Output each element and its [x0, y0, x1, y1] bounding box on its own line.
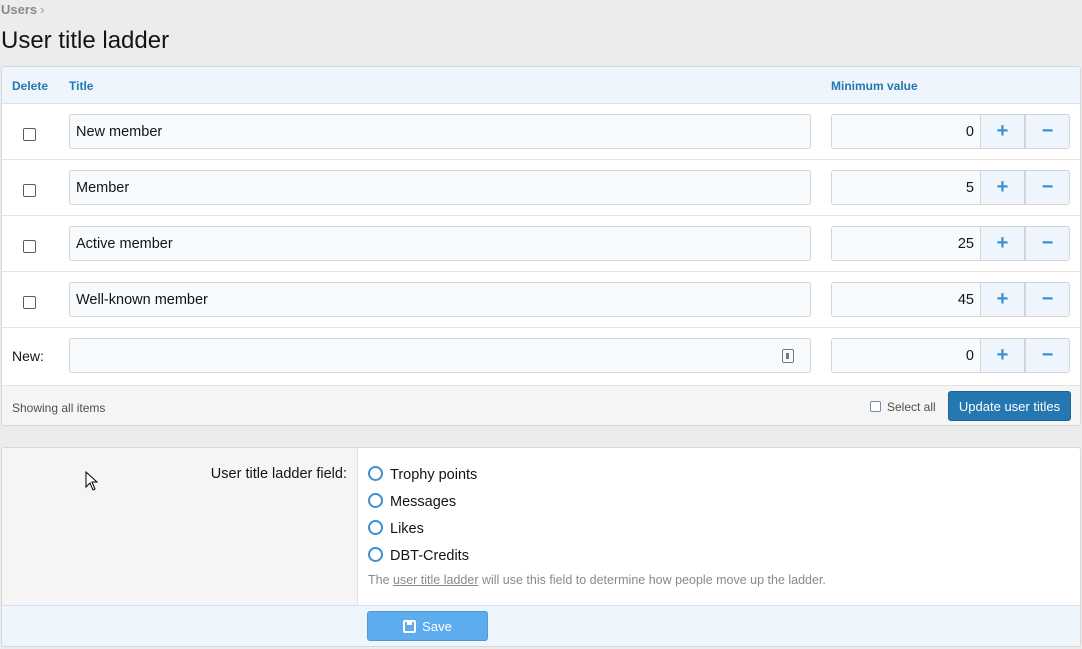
increment-button[interactable]: + [980, 226, 1025, 261]
table-row: + − [2, 272, 1080, 328]
radio-label: DBT-Credits [390, 548, 469, 564]
new-minimum-value-input[interactable] [831, 338, 980, 373]
title-input[interactable] [69, 282, 811, 317]
mouse-pointer-icon [85, 471, 99, 491]
radio-label: Messages [390, 494, 457, 510]
autofill-icon [782, 349, 794, 363]
decrement-button[interactable]: − [1025, 338, 1070, 373]
header-title: Title [69, 79, 94, 93]
form-label-column: User title ladder field: [2, 448, 358, 605]
radio-dbt-credits[interactable]: DBT-Credits [368, 547, 469, 564]
table-row: + − [2, 104, 1080, 160]
save-button[interactable]: Save [367, 611, 488, 641]
minimum-value-input[interactable] [831, 226, 980, 261]
select-all-checkbox[interactable] [870, 401, 881, 412]
radio-label: Likes [390, 521, 424, 537]
title-input[interactable] [69, 170, 811, 205]
submit-row: Save [2, 605, 1080, 646]
update-user-titles-button[interactable]: Update user titles [948, 391, 1071, 421]
select-all-label: Select all [887, 400, 936, 414]
decrement-button[interactable]: − [1025, 282, 1070, 317]
breadcrumb: Users › [1, 2, 44, 17]
radio-circle-icon[interactable] [368, 547, 383, 562]
header-delete: Delete [12, 79, 49, 93]
showing-items-text: Showing all items [12, 401, 106, 415]
header-minimum-value: Minimum value [831, 79, 918, 93]
table-header: Delete Title Minimum value [2, 67, 1080, 104]
radio-likes[interactable]: Likes [368, 520, 424, 537]
delete-checkbox[interactable] [23, 240, 36, 253]
ladder-field-label: User title ladder field: [210, 466, 347, 482]
title-ladder-table: Delete Title Minimum value + − + − + − +… [1, 66, 1081, 426]
minimum-value-input[interactable] [831, 282, 980, 317]
increment-button[interactable]: + [980, 114, 1025, 149]
field-explain: The user title ladder will use this fiel… [368, 573, 826, 587]
delete-checkbox[interactable] [23, 296, 36, 309]
radio-label: Trophy points [390, 467, 478, 483]
new-row-label: New: [12, 348, 44, 364]
explain-prefix: The [368, 573, 394, 587]
delete-checkbox[interactable] [23, 128, 36, 141]
minimum-value-input[interactable] [831, 170, 980, 205]
title-input[interactable] [69, 114, 811, 149]
breadcrumb-item-users[interactable]: Users [1, 2, 37, 17]
new-row: New: + − [2, 328, 1080, 384]
radio-circle-icon[interactable] [368, 493, 383, 508]
decrement-button[interactable]: − [1025, 226, 1070, 261]
floppy-disk-icon [403, 619, 417, 633]
select-all[interactable]: Select all [870, 400, 936, 414]
radio-circle-icon[interactable] [368, 520, 383, 535]
user-title-ladder-link[interactable]: user title ladder [393, 573, 478, 587]
decrement-button[interactable]: − [1025, 114, 1070, 149]
table-footer: Showing all items Select all Update user… [2, 385, 1080, 425]
table-row: + − [2, 216, 1080, 272]
chevron-right-icon: › [40, 2, 45, 17]
save-label: Save [422, 618, 452, 634]
decrement-button[interactable]: − [1025, 170, 1070, 205]
title-input[interactable] [69, 226, 811, 261]
increment-button[interactable]: + [980, 282, 1025, 317]
delete-checkbox[interactable] [23, 184, 36, 197]
radio-circle-icon[interactable] [368, 466, 383, 481]
ladder-field-form: User title ladder field: Trophy points M… [1, 447, 1081, 647]
increment-button[interactable]: + [980, 170, 1025, 205]
new-title-input[interactable] [69, 338, 811, 373]
radio-trophy-points[interactable]: Trophy points [368, 466, 477, 483]
table-row: + − [2, 160, 1080, 216]
minimum-value-input[interactable] [831, 114, 980, 149]
radio-messages[interactable]: Messages [368, 493, 456, 510]
explain-suffix: will use this field to determine how peo… [478, 573, 826, 587]
increment-button[interactable]: + [980, 338, 1025, 373]
page-title: User title ladder [1, 27, 170, 54]
